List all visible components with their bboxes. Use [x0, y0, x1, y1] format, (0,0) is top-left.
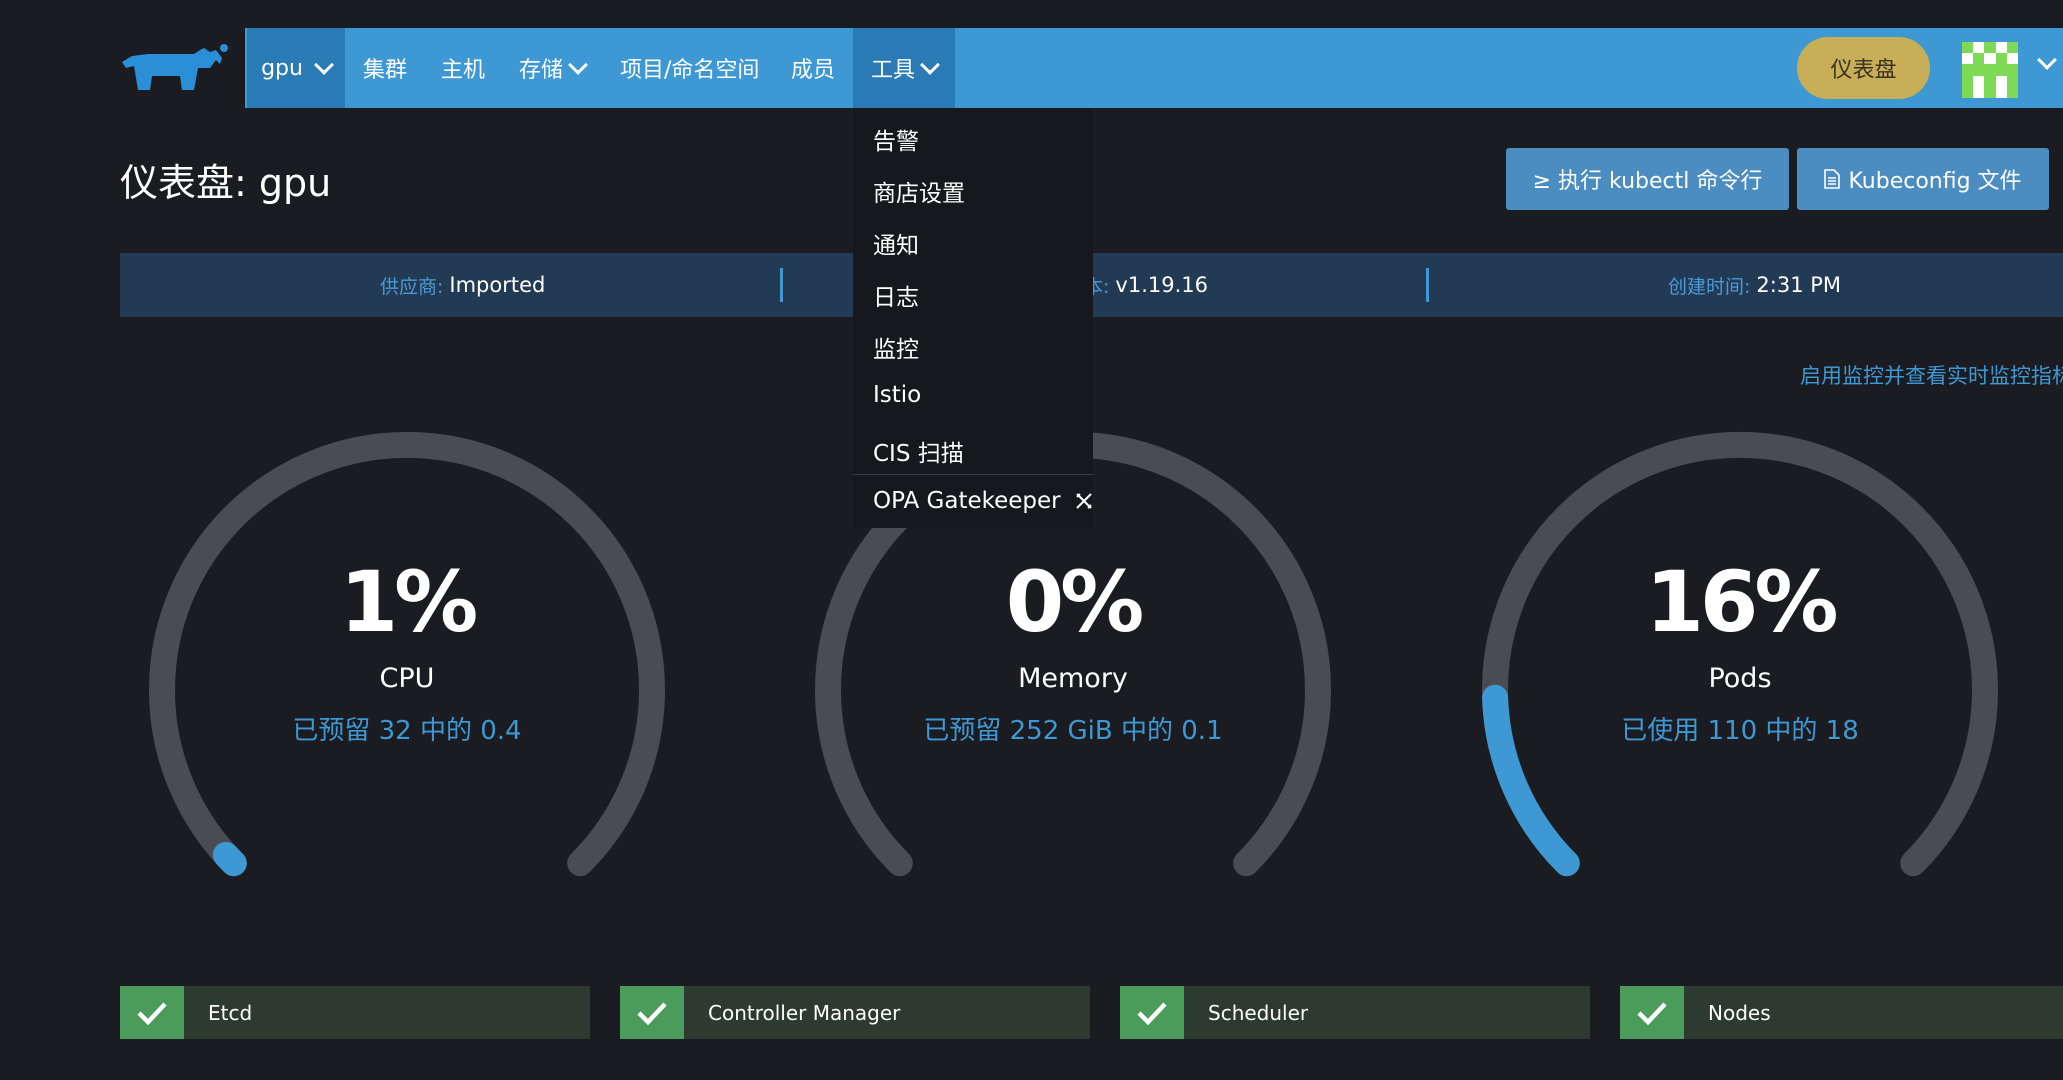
chevron-down-icon — [568, 54, 588, 75]
nav-item-members[interactable]: 成员 — [791, 28, 835, 108]
menu-item-alerts[interactable]: 告警 — [873, 122, 919, 156]
user-avatar[interactable] — [1962, 42, 2018, 98]
pods-gauge-track — [1482, 432, 1998, 877]
cpu-gauge-fill — [212, 841, 247, 877]
etcd-status: Etcd — [120, 986, 590, 1039]
menu-item-notifiers[interactable]: 通知 — [873, 226, 919, 260]
page-title: 仪表盘: gpu — [120, 161, 332, 205]
check-icon — [1120, 986, 1184, 1039]
experimental-icon — [1076, 493, 1092, 509]
top-navbar — [245, 28, 2063, 108]
file-icon — [1824, 169, 1841, 189]
kubeconfig-button[interactable]: Kubeconfig 文件 — [1797, 148, 2049, 210]
rancher-logo[interactable] — [118, 38, 230, 98]
provider-info: 供应商: Imported — [380, 273, 546, 298]
nav-item-cluster[interactable]: 集群 — [363, 28, 407, 108]
nav-item-label: 存储 — [519, 58, 564, 83]
menu-item-cis-scan[interactable]: CIS 扫描 — [873, 434, 964, 468]
menu-item-opa-gatekeeper[interactable]: OPA Gatekeeper — [873, 488, 1094, 514]
cluster-name: gpu — [261, 55, 303, 81]
menu-item-monitoring[interactable]: 监控 — [873, 330, 919, 364]
chevron-down-icon — [314, 54, 334, 75]
nav-item-label: 集群 — [363, 58, 408, 83]
nav-item-storage[interactable]: 存储 — [519, 28, 588, 108]
dashboard-button[interactable]: 仪表盘 — [1797, 37, 1930, 99]
nav-item-label: 主机 — [441, 58, 486, 83]
info-divider — [1426, 268, 1429, 302]
cpu-label: CPU — [379, 663, 435, 694]
nav-item-label: 项目/命名空间 — [620, 58, 760, 83]
nav-item-nodes[interactable]: 主机 — [441, 28, 485, 108]
nav-item-label: 工具 — [871, 58, 916, 83]
cpu-percent: 1% — [339, 553, 479, 651]
cluster-selector[interactable]: gpu — [247, 28, 345, 108]
menu-item-logging[interactable]: 日志 — [873, 278, 919, 312]
created-info: 创建时间: 2:31 PM — [1668, 273, 1842, 298]
kubectl-button[interactable]: ≥ 执行 kubectl 命令行 — [1506, 148, 1789, 210]
check-icon — [620, 986, 684, 1039]
menu-item-istio[interactable]: Istio — [873, 382, 921, 408]
nav-item-projects[interactable]: 项目/命名空间 — [620, 28, 759, 108]
check-icon — [1620, 986, 1684, 1039]
scheduler-status: Scheduler — [1120, 986, 1590, 1039]
nav-item-label: 成员 — [791, 58, 836, 83]
cpu-gauge-track — [149, 432, 665, 877]
nav-item-tools[interactable]: 工具 — [853, 28, 956, 108]
pods-percent: 16% — [1645, 553, 1838, 651]
memory-label: Memory — [1018, 663, 1128, 694]
info-divider — [780, 268, 783, 302]
pods-label: Pods — [1708, 663, 1772, 694]
nodes-status: Nodes — [1620, 986, 2063, 1039]
memory-detail: 已预留 252 GiB 中的 0.1 — [923, 716, 1223, 746]
check-icon — [120, 986, 184, 1039]
pods-gauge — [1482, 432, 1998, 877]
menu-divider — [853, 474, 1093, 475]
enable-monitoring-link[interactable]: 启用监控并查看实时监控指标 — [1800, 360, 2063, 390]
pods-detail: 已使用 110 中的 18 — [1621, 716, 1859, 746]
tools-dropdown-menu: 告警 商店设置 通知 日志 监控 Istio CIS 扫描 OPA Gateke… — [853, 108, 1093, 528]
cpu-detail: 已预留 32 中的 0.4 — [292, 716, 522, 746]
memory-percent: 0% — [1005, 553, 1145, 651]
menu-item-catalog-settings[interactable]: 商店设置 — [873, 174, 965, 208]
controller-manager-status: Controller Manager — [620, 986, 1090, 1039]
cpu-gauge — [149, 432, 665, 877]
chevron-down-icon — [920, 54, 940, 75]
